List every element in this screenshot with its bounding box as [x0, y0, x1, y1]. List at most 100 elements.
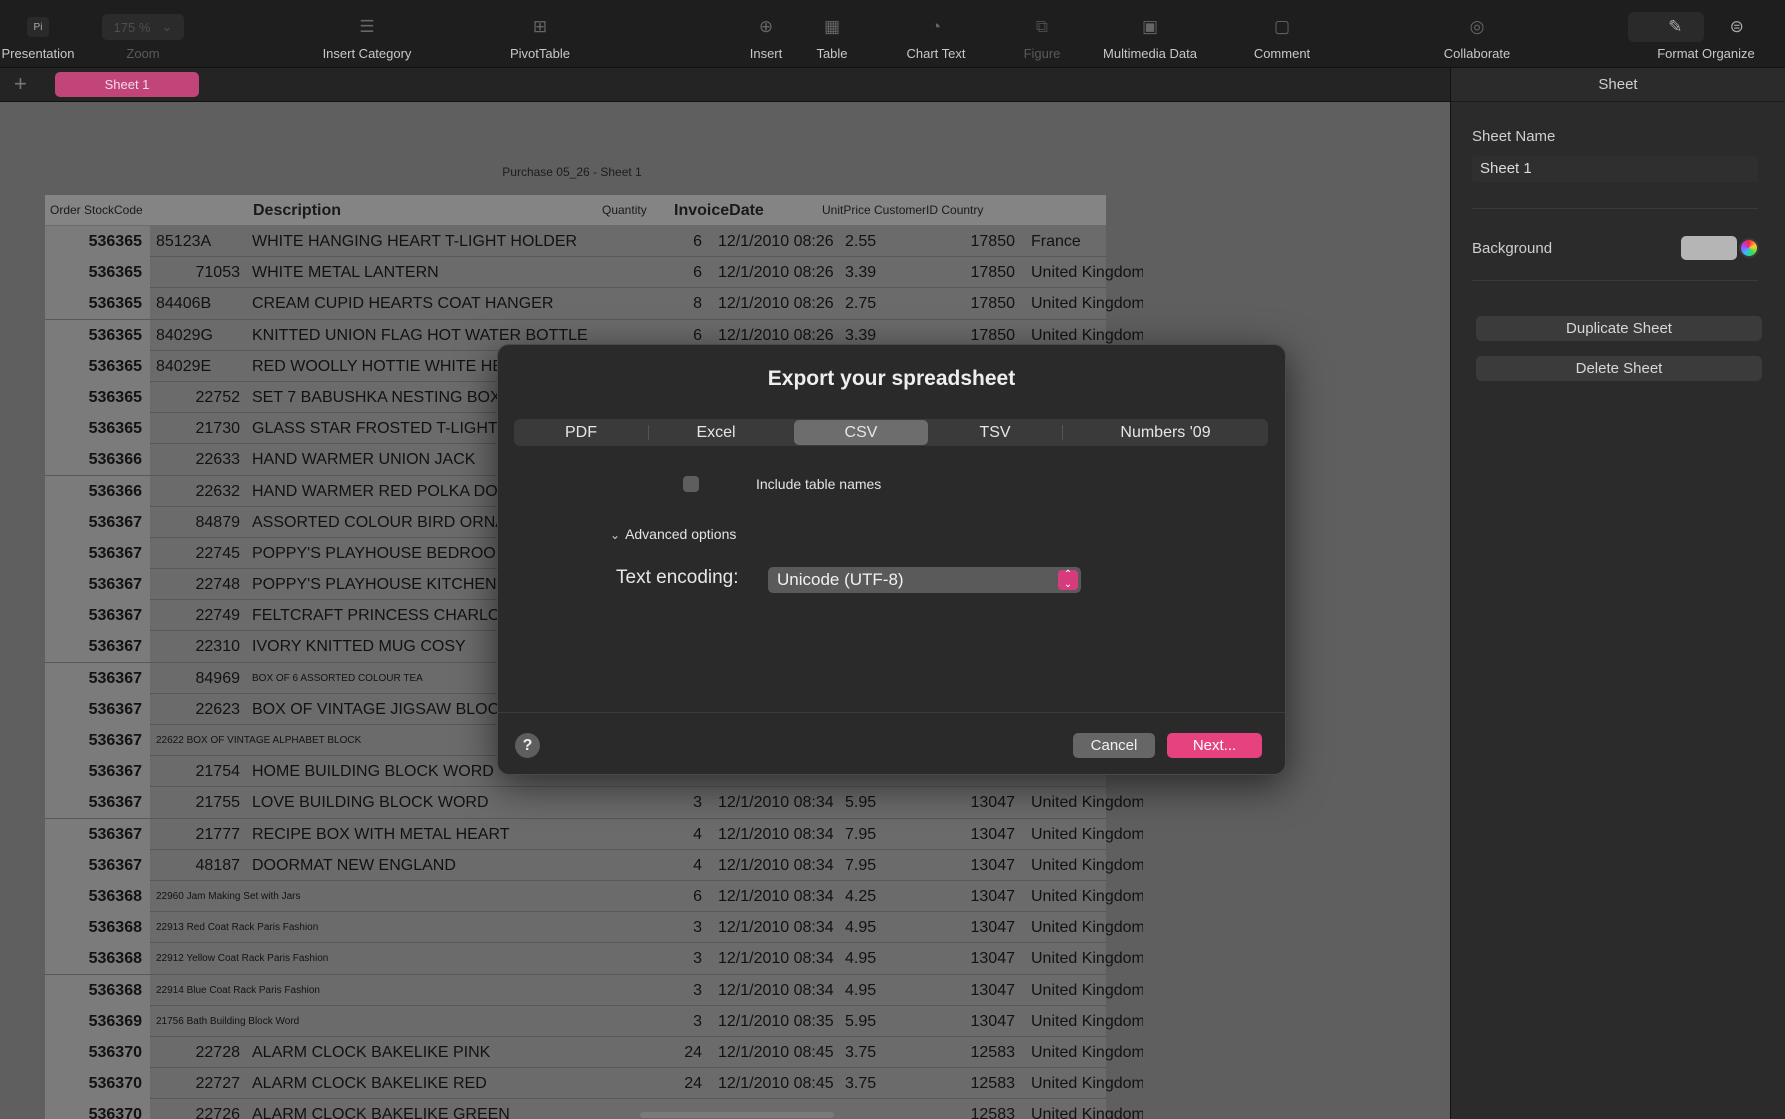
cell-quantity[interactable]: 6 [633, 226, 710, 257]
cell-stockcode[interactable]: 21730 [150, 413, 246, 444]
table-row[interactable]: 536368 22912 Yellow Coat Rack Paris Fashi… [45, 943, 1143, 975]
cell-country[interactable]: United Kingdom [1023, 819, 1143, 850]
cell-invoice-date[interactable]: 12/1/2010 08:26 [710, 226, 837, 257]
cancel-button[interactable]: Cancel [1073, 733, 1155, 758]
cell-country[interactable]: United Kingdom [1023, 787, 1143, 818]
cell-stock-description[interactable]: 21756 Bath Building Block Word [150, 1006, 640, 1037]
horizontal-scrollbar[interactable] [640, 1112, 834, 1118]
cell-description[interactable]: ALARM CLOCK BAKELIKE GREEN [246, 1099, 633, 1119]
cell-quantity[interactable]: 4 [633, 819, 710, 850]
cell-order[interactable]: 536370 [45, 1036, 150, 1068]
cell-unit-price[interactable]: 2.75 [837, 288, 917, 319]
cell-customer-id[interactable]: 17850 [917, 226, 1023, 257]
cell-unit-price[interactable]: 4.95 [837, 943, 917, 974]
cell-order[interactable]: 536365 [45, 288, 150, 320]
cell-description[interactable]: CREAM CUPID HEARTS COAT HANGER [246, 288, 633, 319]
duplicate-sheet-button[interactable]: Duplicate Sheet [1476, 316, 1762, 341]
cell-order[interactable]: 536370 [45, 1099, 150, 1119]
cell-order[interactable]: 536368 [45, 880, 150, 912]
cell-order[interactable]: 536367 [45, 693, 150, 725]
table-row[interactable]: 536367 21755 LOVE BUILDING BLOCK WORD 3 12/1… [45, 787, 1143, 819]
cell-stockcode[interactable]: 22310 [150, 631, 246, 662]
cell-stockcode[interactable]: 84029E [150, 351, 246, 382]
cell-stockcode[interactable]: 21754 [150, 756, 246, 787]
cell-order[interactable]: 536365 [45, 350, 150, 382]
cell-stockcode[interactable]: 22745 [150, 538, 246, 569]
cell-customer-id[interactable]: 13047 [917, 787, 1023, 818]
cell-invoice-date[interactable]: 12/1/2010 08:26 [710, 288, 837, 319]
cell-stockcode[interactable]: 22726 [150, 1099, 246, 1119]
cell-country[interactable]: United Kingdom [1023, 1099, 1143, 1119]
cell-order[interactable]: 536366 [45, 444, 150, 476]
cell-stockcode[interactable]: 22752 [150, 382, 246, 413]
cell-order[interactable]: 536367 [45, 506, 150, 538]
cell-country[interactable]: United Kingdom [1023, 881, 1143, 912]
table-row[interactable]: 536370 22727 ALARM CLOCK BAKELIKE RED 24 12/… [45, 1068, 1143, 1100]
cell-stock-description[interactable]: 22914 Blue Coat Rack Paris Fashion [150, 975, 640, 1006]
cell-description[interactable]: WHITE METAL LANTERN [246, 257, 633, 288]
tab-excel[interactable]: Excel [649, 419, 783, 446]
table-row[interactable]: 536370 22726 ALARM CLOCK BAKELIKE GREEN 125… [45, 1099, 1143, 1119]
cell-stockcode[interactable]: 22633 [150, 444, 246, 475]
cell-country[interactable]: United Kingdom [1023, 975, 1143, 1006]
cell-invoice-date[interactable]: 12/1/2010 08:34 [710, 819, 837, 850]
cell-description[interactable]: WHITE HANGING HEART T-LIGHT HOLDER [246, 226, 633, 257]
tab-numbers-09[interactable]: Numbers '09 [1063, 419, 1268, 446]
text-encoding-select[interactable]: Unicode (UTF-8) ⌃ ⌄ [768, 567, 1081, 593]
cell-unit-price[interactable]: 4.95 [837, 912, 917, 943]
cell-order[interactable]: 536365 [45, 381, 150, 413]
cell-country[interactable]: United Kingdom [1023, 1068, 1143, 1099]
cell-quantity[interactable]: 4 [633, 850, 710, 881]
cell-stock-description[interactable]: 22913 Red Coat Rack Paris Fashion [150, 912, 640, 943]
table-row[interactable]: 536368 22913 Red Coat Rack Paris Fashion 3… [45, 912, 1143, 944]
comment-button[interactable]: ▢ Comment [1217, 14, 1347, 61]
cell-customer-id[interactable]: 13047 [917, 819, 1023, 850]
cell-invoice-date[interactable]: 12/1/2010 08:34 [710, 975, 837, 1006]
cell-order[interactable]: 536368 [45, 912, 150, 944]
pivottable-button[interactable]: ⊞ PivotTable [475, 14, 605, 61]
cell-stockcode[interactable]: 48187 [150, 850, 246, 881]
cell-country[interactable]: United Kingdom [1023, 1037, 1143, 1068]
cell-order[interactable]: 536367 [45, 600, 150, 632]
advanced-options-disclosure[interactable]: ⌄ Advanced options [610, 526, 736, 542]
cell-customer-id[interactable]: 17850 [917, 288, 1023, 319]
cell-quantity[interactable]: 3 [633, 1006, 710, 1037]
cell-country[interactable]: United Kingdom [1023, 912, 1143, 943]
cell-invoice-date[interactable]: 12/1/2010 08:34 [710, 850, 837, 881]
cell-stockcode[interactable]: 84029G [150, 320, 246, 351]
table-row[interactable]: 536365 84406B CREAM CUPID HEARTS COAT HANG… [45, 288, 1143, 320]
cell-unit-price[interactable]: 4.95 [837, 975, 917, 1006]
cell-description[interactable]: RECIPE BOX WITH METAL HEART [246, 819, 633, 850]
format-organize-button[interactable]: ✎ ⊜ Format Organize [1641, 14, 1771, 61]
cell-order[interactable]: 536366 [45, 475, 150, 507]
cell-stockcode[interactable]: 22727 [150, 1068, 246, 1099]
cell-invoice-date[interactable]: 12/1/2010 08:34 [710, 943, 837, 974]
cell-unit-price[interactable]: 2.55 [837, 226, 917, 257]
cell-description[interactable]: DOORMAT NEW ENGLAND [246, 850, 633, 881]
cell-invoice-date[interactable]: 12/1/2010 08:34 [710, 912, 837, 943]
add-sheet-icon[interactable]: + [14, 73, 27, 95]
cell-order[interactable]: 536370 [45, 1068, 150, 1100]
tab-csv[interactable]: CSV [794, 420, 928, 445]
table-row[interactable]: 536369 21756 Bath Building Block Word 3 12/… [45, 1005, 1143, 1037]
cell-order[interactable]: 536365 [45, 226, 150, 257]
cell-quantity[interactable]: 6 [633, 881, 710, 912]
cell-quantity[interactable]: 24 [633, 1068, 710, 1099]
cell-customer-id[interactable]: 13047 [917, 850, 1023, 881]
sheet-tab-active[interactable]: Sheet 1 [55, 72, 199, 97]
cell-quantity[interactable]: 6 [633, 257, 710, 288]
cell-unit-price[interactable]: 3.39 [837, 257, 917, 288]
cell-invoice-date[interactable]: 12/1/2010 08:45 [710, 1037, 837, 1068]
cell-unit-price[interactable]: 3.75 [837, 1037, 917, 1068]
cell-stockcode[interactable]: 84879 [150, 507, 246, 538]
collaborate-button[interactable]: ◎ Collaborate [1412, 14, 1542, 61]
cell-stockcode[interactable]: 84406B [150, 288, 246, 319]
cell-unit-price[interactable] [837, 1099, 917, 1119]
sheet-name-input[interactable]: Sheet 1 [1472, 156, 1758, 182]
cell-description[interactable]: ALARM CLOCK BAKELIKE RED [246, 1068, 633, 1099]
cell-stockcode[interactable]: 22623 [150, 694, 246, 725]
cell-stockcode[interactable]: 22728 [150, 1037, 246, 1068]
cell-country[interactable]: United Kingdom [1023, 257, 1143, 288]
cell-customer-id[interactable]: 13047 [917, 975, 1023, 1006]
tab-tsv[interactable]: TSV [928, 419, 1062, 446]
